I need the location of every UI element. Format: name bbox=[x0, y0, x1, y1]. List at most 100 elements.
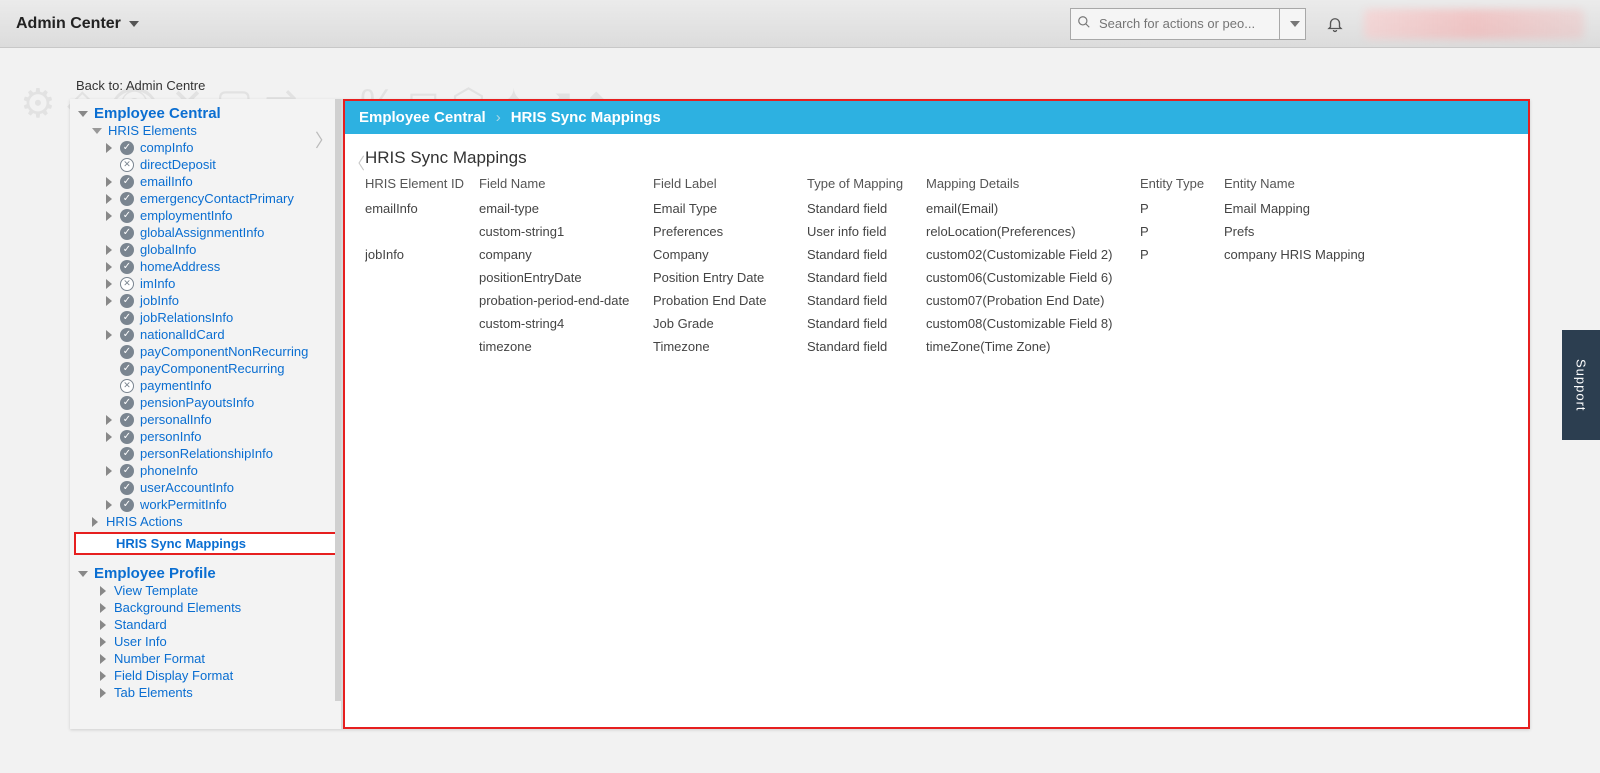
section-employee-profile[interactable]: Employee Profile bbox=[70, 559, 341, 582]
search-dropdown-button[interactable] bbox=[1280, 8, 1306, 40]
table-row[interactable]: custom-string1PreferencesUser info field… bbox=[365, 220, 1514, 243]
tree-hris-actions[interactable]: HRIS Actions bbox=[70, 513, 341, 530]
table-cell: emailInfo bbox=[365, 201, 475, 216]
tree-arrow-slot bbox=[106, 466, 118, 476]
x-circle-icon bbox=[120, 379, 134, 393]
tree-element-item[interactable]: globalAssignmentInfo bbox=[70, 224, 341, 241]
expand-icon bbox=[106, 500, 112, 510]
col-header: Entity Type bbox=[1140, 176, 1220, 191]
table-row[interactable]: probation-period-end-dateProbation End D… bbox=[365, 289, 1514, 312]
tree-element-item[interactable]: paymentInfo bbox=[70, 377, 341, 394]
tree-item-label: emailInfo bbox=[140, 174, 193, 189]
table-cell: company bbox=[479, 247, 649, 262]
tree-element-item[interactable]: homeAddress bbox=[70, 258, 341, 275]
tree-arrow-slot bbox=[106, 296, 118, 306]
tree-profile-item[interactable]: Tab Elements bbox=[70, 684, 341, 701]
table-cell: company HRIS Mapping bbox=[1224, 247, 1424, 262]
check-circle-icon bbox=[120, 413, 134, 427]
table-cell bbox=[365, 224, 475, 239]
tree-element-item[interactable]: nationalIdCard bbox=[70, 326, 341, 343]
tree-element-item[interactable]: personInfo bbox=[70, 428, 341, 445]
table-cell: Job Grade bbox=[653, 316, 803, 331]
tree-element-item[interactable]: jobRelationsInfo bbox=[70, 309, 341, 326]
tree-item-label: pensionPayoutsInfo bbox=[140, 395, 254, 410]
col-header: Field Name bbox=[479, 176, 649, 191]
tree-element-item[interactable]: emailInfo bbox=[70, 173, 341, 190]
tree-element-item[interactable]: compInfo bbox=[70, 139, 341, 156]
table-cell: custom-string4 bbox=[479, 316, 649, 331]
tree-element-item[interactable]: userAccountInfo bbox=[70, 479, 341, 496]
back-caret-icon[interactable]: 〈 bbox=[349, 150, 365, 174]
search-input[interactable] bbox=[1097, 15, 1277, 32]
check-circle-icon bbox=[120, 396, 134, 410]
table-cell: custom06(Customizable Field 6) bbox=[926, 270, 1136, 285]
back-link-target: Admin Centre bbox=[126, 78, 205, 93]
tree-arrow-slot bbox=[100, 586, 112, 596]
table-cell: timeZone(Time Zone) bbox=[926, 339, 1136, 354]
tree-item-label: globalAssignmentInfo bbox=[140, 225, 264, 240]
tree-element-item[interactable]: emergencyContactPrimary bbox=[70, 190, 341, 207]
table-row[interactable]: positionEntryDatePosition Entry DateStan… bbox=[365, 266, 1514, 289]
tree-arrow-slot bbox=[106, 194, 118, 204]
global-search[interactable] bbox=[1070, 8, 1280, 40]
expand-right-icon[interactable]: 〉 bbox=[315, 127, 333, 153]
tree-arrow-slot bbox=[106, 432, 118, 442]
tree-element-item[interactable]: pensionPayoutsInfo bbox=[70, 394, 341, 411]
check-circle-icon bbox=[120, 481, 134, 495]
back-link[interactable]: Back to: Admin Centre bbox=[70, 78, 1530, 93]
expand-icon bbox=[106, 415, 112, 425]
table-cell: jobInfo bbox=[365, 247, 475, 262]
tree-profile-item[interactable]: Number Format bbox=[70, 650, 341, 667]
breadcrumb-root[interactable]: Employee Central bbox=[359, 109, 486, 126]
tree-element-item[interactable]: employmentInfo bbox=[70, 207, 341, 224]
table-row[interactable]: custom-string4Job GradeStandard fieldcus… bbox=[365, 312, 1514, 335]
check-circle-icon bbox=[120, 209, 134, 223]
section-title: Employee Central bbox=[94, 105, 221, 122]
table-row[interactable]: jobInfocompanyCompanyStandard fieldcusto… bbox=[365, 243, 1514, 266]
tree-profile-item[interactable]: View Template bbox=[70, 582, 341, 599]
tree-profile-item[interactable]: Standard bbox=[70, 616, 341, 633]
expand-icon bbox=[106, 211, 112, 221]
table-cell: custom-string1 bbox=[479, 224, 649, 239]
tree-profile-item[interactable]: Background Elements bbox=[70, 599, 341, 616]
table-row[interactable]: timezoneTimezoneStandard fieldtimeZone(T… bbox=[365, 335, 1514, 358]
tree-element-item[interactable]: globalInfo bbox=[70, 241, 341, 258]
table-cell: custom08(Customizable Field 8) bbox=[926, 316, 1136, 331]
tree-arrow-slot bbox=[100, 603, 112, 613]
tree-element-item[interactable]: imInfo bbox=[70, 275, 341, 292]
app-title-dropdown[interactable]: Admin Center bbox=[16, 15, 139, 33]
tree-profile-item[interactable]: User Info bbox=[70, 633, 341, 650]
tree-item-label: Background Elements bbox=[114, 600, 241, 615]
tree-element-item[interactable]: payComponentNonRecurring bbox=[70, 343, 341, 360]
tree-label: HRIS Sync Mappings bbox=[116, 536, 246, 551]
top-bar: Admin Center bbox=[0, 0, 1600, 48]
left-tree-sidebar: Employee Central 〉 HRIS Elements compInf… bbox=[70, 99, 343, 729]
tree-profile-item[interactable]: Field Display Format bbox=[70, 667, 341, 684]
check-circle-icon bbox=[120, 362, 134, 376]
check-circle-icon bbox=[120, 430, 134, 444]
tree-element-item[interactable]: personalInfo bbox=[70, 411, 341, 428]
support-side-tab[interactable]: Support bbox=[1562, 330, 1600, 440]
tree-hris-sync-mappings[interactable]: HRIS Sync Mappings bbox=[74, 532, 337, 555]
table-cell bbox=[365, 316, 475, 331]
user-profile-area[interactable] bbox=[1364, 9, 1584, 39]
table-cell: probation-period-end-date bbox=[479, 293, 649, 308]
tree-item-label: Field Display Format bbox=[114, 668, 233, 683]
notifications-bell-icon[interactable] bbox=[1326, 15, 1344, 33]
table-cell bbox=[1224, 339, 1424, 354]
expand-icon bbox=[106, 245, 112, 255]
table-cell: P bbox=[1140, 224, 1220, 239]
section-employee-central[interactable]: Employee Central bbox=[70, 99, 341, 122]
tree-element-item[interactable]: phoneInfo bbox=[70, 462, 341, 479]
expand-icon bbox=[106, 432, 112, 442]
tree-element-item[interactable]: payComponentRecurring bbox=[70, 360, 341, 377]
tree-element-item[interactable]: personRelationshipInfo bbox=[70, 445, 341, 462]
check-circle-icon bbox=[120, 498, 134, 512]
expand-icon bbox=[100, 586, 106, 596]
tree-element-item[interactable]: directDeposit bbox=[70, 156, 341, 173]
tree-element-item[interactable]: workPermitInfo bbox=[70, 496, 341, 513]
expand-icon bbox=[106, 262, 112, 272]
table-row[interactable]: emailInfoemail-typeEmail TypeStandard fi… bbox=[365, 197, 1514, 220]
tree-hris-elements[interactable]: HRIS Elements bbox=[70, 122, 341, 139]
tree-element-item[interactable]: jobInfo bbox=[70, 292, 341, 309]
